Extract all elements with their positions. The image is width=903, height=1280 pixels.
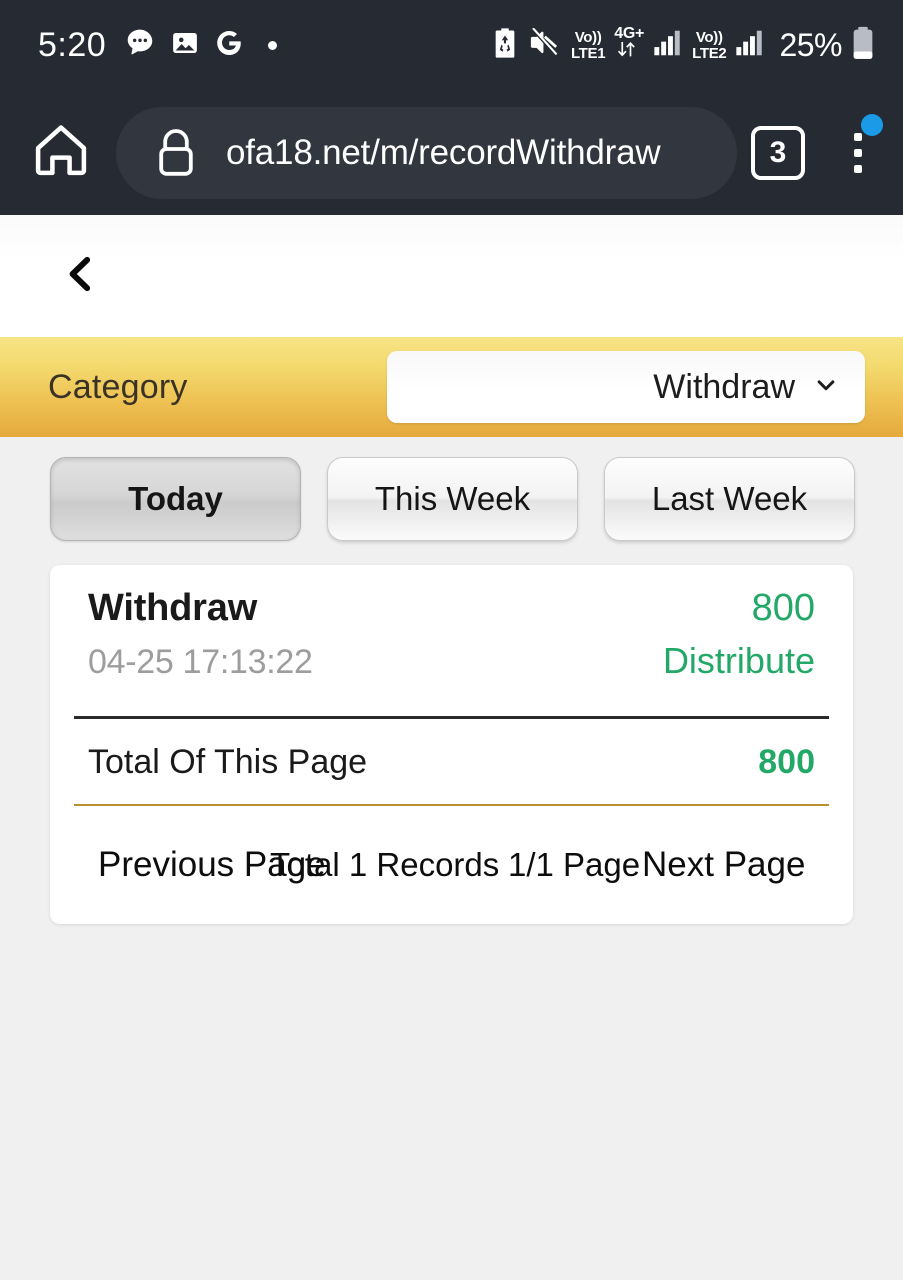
period-tab-row: Today This Week Last Week [0,437,903,541]
status-badge: Distribute [662,640,815,681]
url-bar[interactable]: ofa18.net/m/recordWithdraw [116,106,737,199]
chevron-down-icon [811,370,841,405]
chevron-left-icon [58,251,104,302]
url-text: ofa18.net/m/recordWithdraw [226,132,661,172]
status-bar-left: 5:20 [38,27,491,64]
page-total-row: Total Of This Page 800 [50,719,853,804]
category-label: Category [48,367,188,406]
battery-saver-icon [491,27,519,64]
network-gen-text: 4G+ [614,25,645,42]
page-total-label: Total Of This Page [88,743,368,781]
sim2-lte-label: LTE2 [692,44,727,62]
record-amount: 800 [751,587,815,629]
record-primary-line: Withdraw 800 [88,587,815,630]
menu-dot-1 [854,132,862,141]
home-icon [30,119,92,186]
menu-dot-3 [854,164,862,173]
total-records-label: Total 1 Records [270,846,500,883]
page-content: Category Withdraw Today This Week Last W… [0,215,903,1280]
google-g-icon [214,28,244,63]
sim2-signal-bars-icon [735,28,765,63]
mute-icon [528,26,562,63]
sim1-voice-label: Vo)) [574,28,602,46]
next-page-button[interactable]: Next Page [642,845,805,885]
battery-percent-label: 25% [779,26,842,63]
phone-screen: 5:20 Vo)) LTE1 4G+ Vo)) LTE2 25% ofa18.n… [0,0,903,1280]
sim1-network-label: Vo)) LTE1 [570,28,606,62]
category-select[interactable]: Withdraw [387,351,865,423]
battery-icon [851,26,875,65]
category-filter-bar: Category Withdraw [0,337,903,437]
data-transfer-arrows-icon [616,42,642,64]
photo-icon [170,28,200,63]
status-bar: 5:20 Vo)) LTE1 4G+ Vo)) LTE2 25% [0,0,903,90]
record-timestamp: 04-25 17:13:22 [88,643,313,681]
home-button[interactable] [28,120,94,186]
dot-indicator-icon [268,40,278,50]
browser-toolbar: ofa18.net/m/recordWithdraw 3 [0,90,903,215]
notification-badge [861,113,883,136]
status-time: 5:20 [38,26,107,64]
tab-last-week[interactable]: Last Week [604,457,855,541]
sim2-voice-label: Vo)) [695,28,723,46]
category-selected-value: Withdraw [653,367,795,406]
network-generation-label: 4G+ [614,26,644,64]
records-card: Withdraw 800 04-25 17:13:22 Distribute T… [50,565,853,924]
sim1-signal-bars-icon [653,28,683,63]
table-row[interactable]: Withdraw 800 04-25 17:13:22 Distribute [50,565,853,698]
page-total-value: 800 [758,743,815,781]
record-secondary-line: 04-25 17:13:22 Distribute [88,640,815,682]
pagination-row: Previous Page Total 1 Records 1/1 Page N… [50,806,853,924]
sim1-lte-label: LTE1 [570,44,606,62]
page-nav-header [0,215,903,337]
status-bar-right: Vo)) LTE1 4G+ Vo)) LTE2 25% [491,26,875,65]
record-title: Withdraw [88,587,258,629]
menu-dot-2 [854,148,862,157]
message-bubble-icon [124,27,156,64]
back-button[interactable] [58,250,110,302]
tab-counter-button[interactable]: 3 [751,125,805,180]
sim2-network-label: Vo)) LTE2 [692,28,727,62]
overflow-menu-button[interactable] [835,113,883,186]
tab-this-week[interactable]: This Week [327,457,578,541]
page-indicator-label: 1/1 Page [508,846,641,883]
tab-today[interactable]: Today [50,457,301,541]
lock-icon [154,127,198,179]
